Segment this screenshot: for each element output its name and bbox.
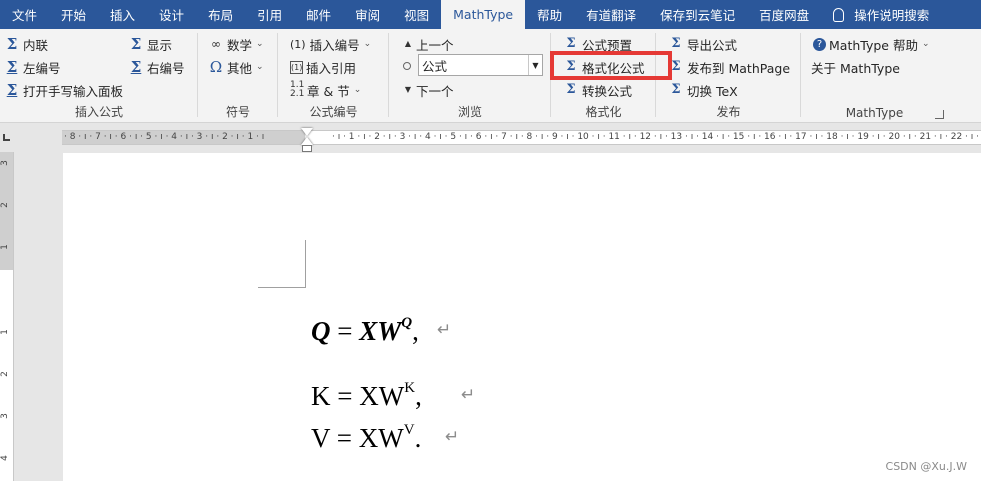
margin-corner-mark [258,240,306,288]
chapter-section-icon: 1.1 2.1 [290,80,305,99]
publish-mathpage-button[interactable]: Σ 发布到 MathPage [668,57,790,77]
other-symbols-dropdown[interactable]: Ω 其他 ⌄ [208,57,264,77]
sigma-tex-icon: Σ [671,82,681,97]
chapter-section-dropdown[interactable]: 1.1 2.1 章 & 节 ⌄ [290,80,361,100]
sigma-pen-icon: Σ [6,81,18,99]
group-label-insert-formula: 插入公式 [74,105,123,119]
watermark: CSDN @Xu.J.W [885,460,967,473]
tab-insert[interactable]: 插入 [98,0,147,29]
highlight-box [550,51,672,80]
tab-design[interactable]: 设计 [147,0,196,29]
infinity-icon: ∞ [211,37,221,51]
mathtype-help-dropdown[interactable]: ? MathType 帮助 ⌄ [813,34,930,54]
left-number-button[interactable]: Σ 左编号 [4,57,61,77]
math-symbols-dropdown[interactable]: ∞ 数学 ⌄ [208,34,264,54]
next-button[interactable]: ▼ 下一个 [403,80,454,100]
tab-home[interactable]: 开始 [49,0,98,29]
sigma-icon: Σ [130,35,142,53]
insert-number-dropdown[interactable]: (1) 插入编号 ⌄ [290,34,371,54]
group-symbols: ∞ 数学 ⌄ Ω 其他 ⌄ 符号 [198,29,278,123]
dropdown-arrow-icon[interactable]: ▼ [528,55,542,75]
export-icon: Σ [671,36,681,51]
tab-help[interactable]: 帮助 [525,0,574,29]
group-publish: Σ 导出公式 Σ 发布到 MathPage Σ 切换 TeX 发布 [656,29,801,123]
ruler-tab-selector[interactable] [0,124,20,152]
equation-v[interactable]: V = XWV. [311,422,421,454]
tab-review[interactable]: 审阅 [343,0,392,29]
reference-icon: (1) [290,60,303,74]
chevron-down-icon: ⌄ [256,39,264,49]
tab-youdao-translate[interactable]: 有道翻译 [574,0,648,29]
group-formula-numbering: (1) 插入编号 ⌄ (1) 插入引用 1.1 2.1 章 & 节 ⌄ 公式编号 [278,29,389,123]
group-label-formula-numbering: 公式编号 [309,105,358,119]
help-icon: ? [813,37,826,51]
browse-target-combo[interactable]: 公式 ▼ [418,54,543,76]
sigma-icon: Σ [6,35,18,53]
convert-equations-button[interactable]: Σ 转换公式 [563,80,632,100]
group-mathtype: ? MathType 帮助 ⌄ 关于 MathType MathType [801,29,948,123]
tab-mailings[interactable]: 邮件 [294,0,343,29]
toggle-tex-button[interactable]: Σ 切换 TeX [668,80,737,100]
left-tab-icon [3,134,10,141]
chevron-down-icon: ⌄ [921,39,930,49]
horizontal-ruler[interactable]: · 8 · ı · 7 · ı · 6 · ı · 5 · ı · 4 · ı … [62,130,981,145]
tab-references[interactable]: 引用 [245,0,294,29]
group-label-publish: 发布 [716,105,741,119]
paragraph-mark: ↵ [437,320,452,340]
group-label-symbols: 符号 [225,105,250,119]
number-prefix-icon: (1) [290,37,306,51]
group-label-browse: 浏览 [457,105,482,119]
chevron-down-icon: ⌄ [353,85,362,95]
inline-button[interactable]: Σ 内联 [4,34,48,54]
group-insert-formula: Σ 内联 Σ 显示 Σ 左编号 Σ 右编号 Σ 打开手写输入面板 插入公式 [0,29,198,123]
tab-layout[interactable]: 布局 [196,0,245,29]
chevron-down-icon: ⌄ [256,62,264,72]
tell-me-search[interactable]: 操作说明搜索 [821,0,941,29]
indent-marker[interactable] [301,128,313,152]
tell-me-label: 操作说明搜索 [854,8,930,23]
equation-q[interactable]: Q = XWQ, [311,315,419,347]
tab-view[interactable]: 视图 [392,0,441,29]
lightbulb-icon [833,7,845,22]
export-equations-button[interactable]: Σ 导出公式 [668,34,737,54]
sigma-gear-icon: Σ [566,36,576,51]
previous-button[interactable]: ▲ 上一个 [403,34,454,54]
ribbon: Σ 内联 Σ 显示 Σ 左编号 Σ 右编号 Σ 打开手写输入面板 插入公式 ∞ … [0,29,981,123]
arrow-down-icon: ▼ [404,85,412,94]
ribbon-tab-bar: 文件 开始 插入 设计 布局 引用 邮件 审阅 视图 MathType 帮助 有… [0,0,981,29]
omega-icon: Ω [209,58,223,76]
arrow-up-icon: ▲ [404,39,412,48]
browse-target-radio[interactable] [403,56,419,76]
tab-mathtype[interactable]: MathType [441,0,526,29]
handwriting-panel-button[interactable]: Σ 打开手写输入面板 [4,80,123,100]
paragraph-mark: ↵ [461,385,476,405]
display-button[interactable]: Σ 显示 [128,34,172,54]
globe-sigma-icon: Σ [671,59,681,74]
tab-file[interactable]: 文件 [0,0,49,29]
right-number-button[interactable]: Σ 右编号 [128,57,185,77]
about-mathtype-button[interactable]: 关于 MathType [811,57,900,77]
vertical-ruler[interactable]: 3 2 1 1 2 3 4 [0,152,14,481]
sigma-convert-icon: Σ [566,82,576,97]
chevron-down-icon: ⌄ [363,39,372,49]
paragraph-mark: ↵ [445,427,460,447]
equation-k[interactable]: K = XWK, [311,380,422,412]
tab-save-cloud-note[interactable]: 保存到云笔记 [648,0,747,29]
radio-icon [403,62,411,70]
group-browse: ▲ 上一个 公式 ▼ ▼ 下一个 浏览 [389,29,551,123]
group-label-format: 格式化 [585,105,622,119]
sigma-right-icon: Σ [130,58,142,76]
insert-reference-button[interactable]: (1) 插入引用 [290,57,356,77]
group-label-mathtype: MathType [845,106,904,120]
document-page[interactable]: Q = XWQ, ↵ K = XWK, ↵ V = XWV. ↵ CSDN @X… [63,153,981,481]
sigma-left-icon: Σ [6,58,18,76]
tab-baidu-netdisk[interactable]: 百度网盘 [747,0,821,29]
dialog-launcher-icon[interactable] [935,110,944,119]
